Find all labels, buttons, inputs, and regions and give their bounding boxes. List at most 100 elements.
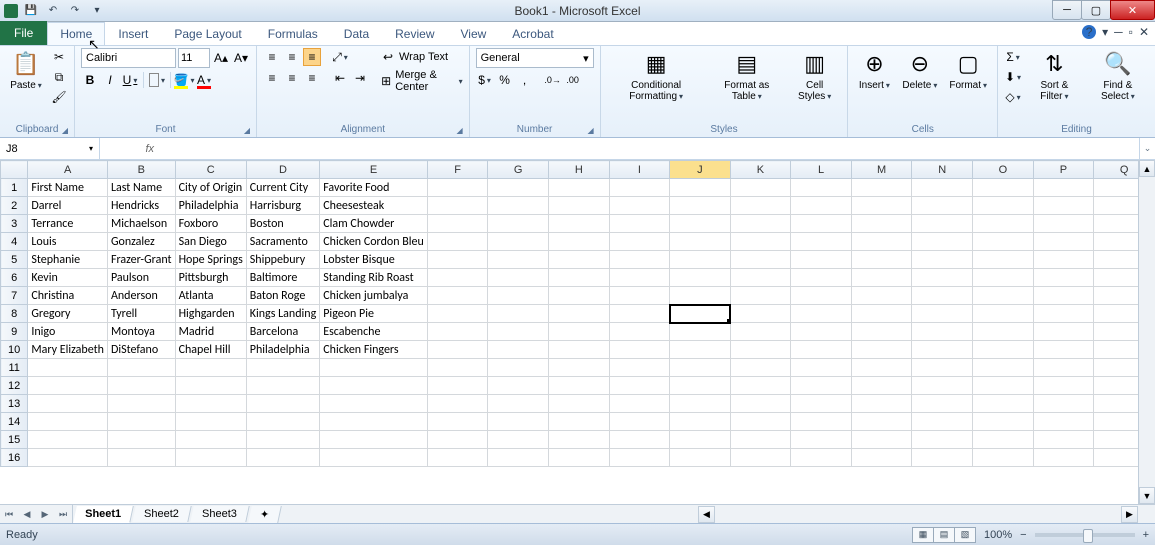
row-header-16[interactable]: 16 — [1, 449, 28, 467]
cell-E13[interactable] — [320, 395, 428, 413]
cell-I8[interactable] — [609, 305, 670, 323]
font-name-input[interactable] — [81, 48, 176, 68]
cell-O1[interactable] — [973, 179, 1034, 197]
cell-F9[interactable] — [427, 323, 488, 341]
cell-D7[interactable]: Baton Roge — [246, 287, 319, 305]
find-select-button[interactable]: 🔍Find & Select — [1087, 48, 1149, 104]
cell-N6[interactable] — [912, 269, 973, 287]
cell-I6[interactable] — [609, 269, 670, 287]
cell-C11[interactable] — [175, 359, 246, 377]
cell-P4[interactable] — [1033, 233, 1094, 251]
cell-A10[interactable]: Mary Elizabeth — [28, 341, 108, 359]
cell-B1[interactable]: Last Name — [107, 179, 175, 197]
cell-L14[interactable] — [791, 413, 852, 431]
cell-A6[interactable]: Kevin — [28, 269, 108, 287]
cell-I10[interactable] — [609, 341, 670, 359]
cell-A1[interactable]: First Name — [28, 179, 108, 197]
cell-K1[interactable] — [730, 179, 791, 197]
cell-F15[interactable] — [427, 431, 488, 449]
cell-B11[interactable] — [107, 359, 175, 377]
cell-B16[interactable] — [107, 449, 175, 467]
cell-M4[interactable] — [851, 233, 912, 251]
cell-J6[interactable] — [670, 269, 731, 287]
page-layout-view-button[interactable]: ▤ — [933, 527, 955, 543]
cell-I1[interactable] — [609, 179, 670, 197]
alignment-launcher[interactable]: ◢ — [456, 126, 462, 135]
cell-J5[interactable] — [670, 251, 731, 269]
cell-D14[interactable] — [246, 413, 319, 431]
cell-N4[interactable] — [912, 233, 973, 251]
cell-L11[interactable] — [791, 359, 852, 377]
horizontal-scrollbar[interactable]: ◀ ▶ — [698, 506, 1138, 523]
cell-P8[interactable] — [1033, 305, 1094, 323]
cell-N15[interactable] — [912, 431, 973, 449]
col-header-P[interactable]: P — [1033, 161, 1094, 179]
cell-A3[interactable]: Terrance — [28, 215, 108, 233]
cell-F7[interactable] — [427, 287, 488, 305]
cell-H3[interactable] — [548, 215, 609, 233]
row-header-15[interactable]: 15 — [1, 431, 28, 449]
shrink-font-button[interactable]: A▾ — [232, 49, 250, 67]
cell-C2[interactable]: Philadelphia — [175, 197, 246, 215]
cell-F6[interactable] — [427, 269, 488, 287]
cell-P5[interactable] — [1033, 251, 1094, 269]
row-header-4[interactable]: 4 — [1, 233, 28, 251]
cell-B9[interactable]: Montoya — [107, 323, 175, 341]
cell-C14[interactable] — [175, 413, 246, 431]
cell-F16[interactable] — [427, 449, 488, 467]
cell-G9[interactable] — [488, 323, 549, 341]
sheet-tab-3[interactable]: Sheet3 — [190, 506, 249, 522]
cell-K12[interactable] — [730, 377, 791, 395]
cell-O15[interactable] — [973, 431, 1034, 449]
grow-font-button[interactable]: A▴ — [212, 49, 230, 67]
cell-D10[interactable]: Philadelphia — [246, 341, 319, 359]
cell-G12[interactable] — [488, 377, 549, 395]
cell-H7[interactable] — [548, 287, 609, 305]
wrap-text-button[interactable]: ↩Wrap Text — [379, 48, 463, 66]
doc-minimize-icon[interactable]: ─ — [1114, 25, 1123, 39]
cell-C4[interactable]: San Diego — [175, 233, 246, 251]
cell-I11[interactable] — [609, 359, 670, 377]
cell-I5[interactable] — [609, 251, 670, 269]
col-header-L[interactable]: L — [791, 161, 852, 179]
cell-M12[interactable] — [851, 377, 912, 395]
sheet-first-button[interactable]: ⏮ — [0, 505, 18, 523]
cell-H13[interactable] — [548, 395, 609, 413]
cell-G4[interactable] — [488, 233, 549, 251]
cell-F2[interactable] — [427, 197, 488, 215]
comma-format-button[interactable]: , — [516, 71, 534, 89]
cell-P3[interactable] — [1033, 215, 1094, 233]
cell-L4[interactable] — [791, 233, 852, 251]
cell-M11[interactable] — [851, 359, 912, 377]
align-left-button[interactable]: ≡ — [263, 69, 281, 87]
merge-center-button[interactable]: ⊞Merge & Center — [379, 69, 463, 93]
cell-G14[interactable] — [488, 413, 549, 431]
cell-G5[interactable] — [488, 251, 549, 269]
row-header-7[interactable]: 7 — [1, 287, 28, 305]
cell-B13[interactable] — [107, 395, 175, 413]
cut-button[interactable]: ✂ — [50, 48, 68, 66]
cell-M14[interactable] — [851, 413, 912, 431]
cell-N5[interactable] — [912, 251, 973, 269]
cell-H5[interactable] — [548, 251, 609, 269]
cell-C3[interactable]: Foxboro — [175, 215, 246, 233]
cell-O3[interactable] — [973, 215, 1034, 233]
cell-N1[interactable] — [912, 179, 973, 197]
cell-C15[interactable] — [175, 431, 246, 449]
cell-K9[interactable] — [730, 323, 791, 341]
cell-I16[interactable] — [609, 449, 670, 467]
cell-B8[interactable]: Tyrell — [107, 305, 175, 323]
increase-decimal-button[interactable]: .0→ — [544, 71, 562, 89]
cell-D8[interactable]: Kings Landing — [246, 305, 319, 323]
cell-E9[interactable]: Escabenche — [320, 323, 428, 341]
tab-review[interactable]: Review — [382, 22, 447, 45]
tab-file[interactable]: File — [0, 21, 47, 45]
cell-A9[interactable]: Inigo — [28, 323, 108, 341]
cell-P6[interactable] — [1033, 269, 1094, 287]
cell-N8[interactable] — [912, 305, 973, 323]
expand-formula-bar[interactable]: ⌄ — [1139, 138, 1155, 159]
cell-M13[interactable] — [851, 395, 912, 413]
col-header-F[interactable]: F — [427, 161, 488, 179]
row-header-10[interactable]: 10 — [1, 341, 28, 359]
cell-K11[interactable] — [730, 359, 791, 377]
